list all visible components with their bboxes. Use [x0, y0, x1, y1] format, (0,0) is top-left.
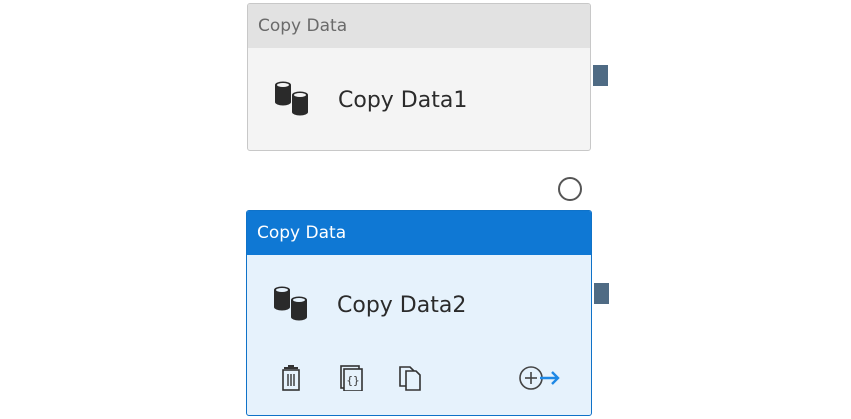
activity-type-header: Copy Data [248, 4, 590, 48]
activity-type-header: Copy Data [247, 211, 591, 255]
add-output-icon [516, 363, 564, 397]
delete-button[interactable] [274, 363, 308, 397]
clone-icon [397, 365, 423, 395]
output-connector-handle[interactable] [593, 65, 608, 86]
view-code-button[interactable]: {} [334, 363, 368, 397]
activity-name: Copy Data1 [338, 87, 468, 113]
add-output-button[interactable] [515, 363, 565, 397]
activity-name: Copy Data2 [337, 292, 467, 318]
activity-card-copy-data2[interactable]: Copy Data Copy Data2 {} [246, 210, 592, 416]
clone-button[interactable] [393, 363, 427, 397]
database-copy-icon [271, 283, 311, 327]
activity-action-toolbar: {} [247, 363, 591, 403]
code-icon: {} [338, 365, 364, 395]
output-connector-handle[interactable] [594, 283, 609, 304]
connection-circle-handle[interactable] [558, 177, 582, 201]
delete-icon [279, 365, 303, 395]
pipeline-canvas[interactable]: Copy Data Copy Data1 Copy Data Copy Data… [0, 0, 851, 419]
svg-text:{}: {} [346, 374, 359, 387]
activity-card-copy-data1[interactable]: Copy Data Copy Data1 [247, 3, 591, 151]
database-copy-icon [272, 78, 312, 122]
